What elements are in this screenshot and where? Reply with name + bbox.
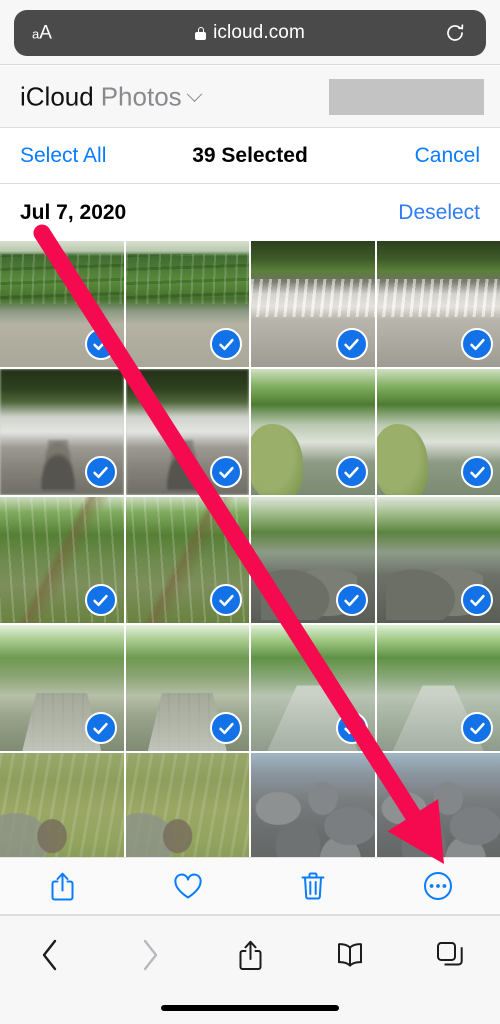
more-action[interactable]	[375, 858, 500, 914]
safari-url-bar: aA icloud.com	[0, 0, 500, 65]
date-section-header: Jul 7, 2020 Deselect	[0, 185, 500, 241]
chevron-down-icon[interactable]	[186, 85, 202, 102]
photo-tile[interactable]	[125, 753, 249, 857]
photo-thumbnail	[251, 753, 375, 857]
safari-icloud-photos-screen: aA icloud.com iCloud Photos Select All 3…	[0, 0, 500, 1024]
safari-bottom-toolbar	[0, 915, 500, 1024]
favorite-action[interactable]	[125, 858, 250, 914]
photo-action-toolbar	[0, 857, 500, 915]
photo-tile[interactable]	[251, 625, 375, 751]
share-action[interactable]	[0, 858, 125, 914]
photo-tile[interactable]	[376, 241, 500, 367]
selected-check-icon[interactable]	[210, 584, 242, 616]
selected-check-icon[interactable]	[210, 712, 242, 744]
icloud-brand-label: iCloud	[20, 81, 94, 111]
photo-tile[interactable]	[125, 625, 249, 751]
tabs-button[interactable]	[400, 930, 500, 980]
selected-check-icon[interactable]	[335, 456, 368, 488]
photo-tile[interactable]	[376, 497, 500, 623]
selected-check-icon[interactable]	[84, 712, 117, 744]
selected-check-icon[interactable]	[84, 456, 117, 488]
photo-tile[interactable]	[376, 753, 500, 857]
date-label: Jul 7, 2020	[20, 201, 127, 224]
selected-check-icon[interactable]	[461, 712, 493, 744]
photo-thumbnail	[376, 753, 500, 857]
photo-tile[interactable]	[125, 241, 249, 367]
selected-check-icon[interactable]	[461, 584, 493, 616]
icloud-app-header: iCloud Photos	[0, 66, 500, 128]
photo-grid-row	[0, 497, 500, 623]
selected-check-icon[interactable]	[335, 712, 368, 744]
photo-grid-row	[0, 753, 500, 857]
delete-action[interactable]	[250, 858, 375, 914]
photo-tile[interactable]	[0, 369, 124, 495]
share-button[interactable]	[200, 930, 300, 980]
photo-grid-row	[0, 241, 500, 367]
photo-tile[interactable]	[0, 625, 124, 751]
photo-tile[interactable]	[0, 241, 124, 367]
url-display: icloud.com	[14, 22, 486, 44]
text-size-small-a: a	[32, 26, 40, 42]
selected-check-icon[interactable]	[210, 456, 242, 488]
photo-grid-row	[0, 625, 500, 751]
photo-tile[interactable]	[376, 625, 500, 751]
photo-grid	[0, 185, 500, 857]
photo-tile[interactable]	[251, 369, 375, 495]
photo-grid-row	[0, 369, 500, 495]
home-indicator	[161, 1005, 339, 1011]
selected-check-icon[interactable]	[84, 584, 117, 616]
photo-tile[interactable]	[0, 497, 124, 623]
selected-check-icon[interactable]	[335, 328, 368, 360]
selected-check-icon[interactable]	[84, 328, 117, 360]
deselect-button[interactable]: Deselect	[398, 201, 480, 225]
app-switcher[interactable]: iCloud Photos	[20, 81, 202, 112]
bookmarks-button[interactable]	[300, 930, 400, 980]
selected-count-label: 39 Selected	[192, 144, 308, 167]
icloud-app-label: Photos	[100, 81, 182, 111]
select-all-button[interactable]: Select All	[20, 144, 106, 168]
selected-check-icon[interactable]	[335, 584, 368, 616]
text-size-large-a: A	[39, 22, 52, 44]
photo-tile[interactable]	[251, 241, 375, 367]
selected-check-icon[interactable]	[210, 328, 242, 360]
selected-check-icon[interactable]	[461, 456, 493, 488]
address-field[interactable]: aA icloud.com	[14, 10, 486, 56]
photo-tile[interactable]	[251, 497, 375, 623]
selected-check-icon[interactable]	[461, 328, 493, 360]
back-button[interactable]	[0, 930, 100, 980]
photo-tile[interactable]	[251, 753, 375, 857]
photo-tile[interactable]	[125, 497, 249, 623]
url-text: icloud.com	[213, 22, 305, 43]
photo-tile[interactable]	[125, 369, 249, 495]
lock-icon	[195, 26, 207, 40]
selection-toolbar: Select All 39 Selected Cancel	[0, 129, 500, 184]
reload-icon[interactable]	[444, 22, 466, 44]
photo-tile[interactable]	[376, 369, 500, 495]
photo-thumbnail	[0, 753, 124, 857]
photo-tile[interactable]	[0, 753, 124, 857]
forward-button[interactable]	[100, 930, 200, 980]
account-name-redacted[interactable]	[329, 78, 484, 115]
text-size-icon[interactable]: aA	[32, 24, 52, 43]
photo-thumbnail	[125, 753, 249, 857]
cancel-button[interactable]: Cancel	[415, 144, 480, 168]
